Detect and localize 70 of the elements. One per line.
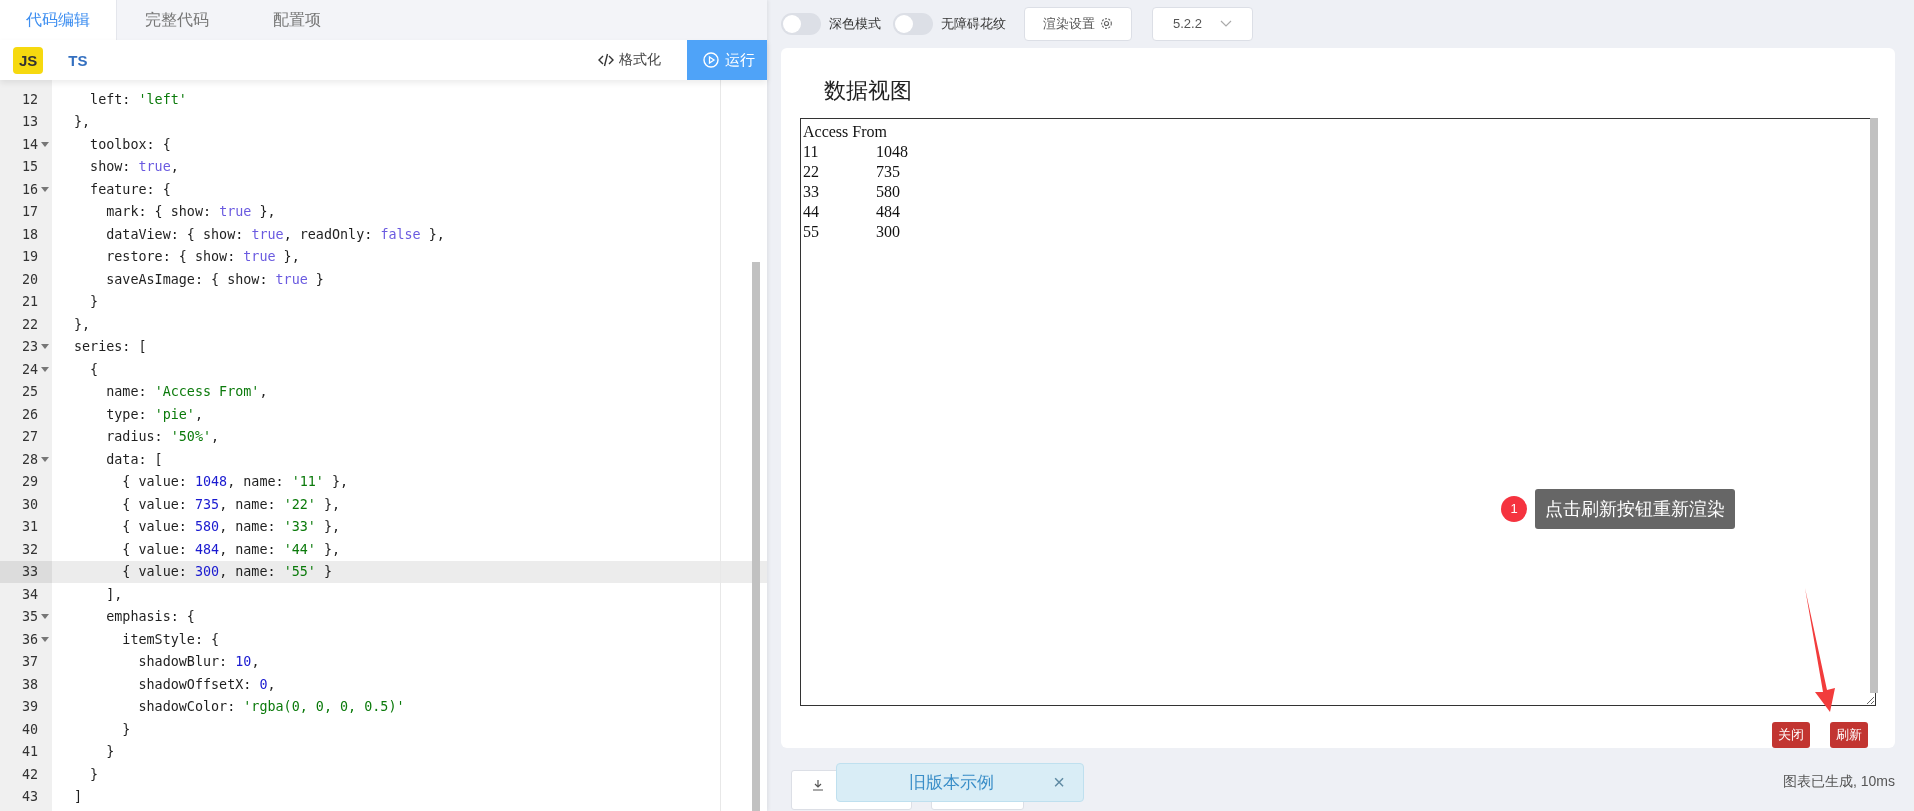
line-number: 33 [21,564,38,580]
code-line: toolbox: { [89,136,171,152]
line-number: 34 [21,586,38,602]
code-line: restore: { show: true }, [105,249,300,265]
toggle-label: 深色模式 [829,14,881,33]
line-number: 38 [21,676,38,692]
line-number: 36 [21,631,38,647]
line-number: 40 [21,721,38,737]
code-line: ], [105,586,123,602]
line-number: 26 [21,406,38,422]
line-number: 29 [21,474,38,490]
code-line: emphasis: { [105,609,195,625]
data-view-title: 数据视图 [824,76,913,105]
line-number: 27 [21,429,38,445]
code-line: { value: 300, name: '55' } [121,564,332,580]
line-number: 24 [21,361,38,377]
line-number: 39 [21,699,38,715]
code-line: dataView: { show: true, readOnly: false }, [105,226,445,242]
status-text: 图表已生成, 10ms [1783,771,1895,791]
line-number: 16 [21,181,38,197]
code-line: saveAsImage: { show: true } [105,271,324,287]
code-line: } [105,744,115,760]
line-number: 43 [21,789,38,805]
code-line: feature: { [89,181,171,197]
code-line: { value: 580, name: '33' }, [121,519,341,535]
line-number: 22 [21,316,38,332]
code-line: }, [74,114,91,130]
code-line: } [89,766,99,782]
line-number: 31 [21,519,38,535]
code-line: { [89,361,99,377]
line-number: 41 [21,744,38,760]
code-line: { value: 735, name: '22' }, [121,496,341,512]
toast-text: 旧版本示例 [909,772,994,794]
code-line: shadowOffsetX: 0, [137,676,276,692]
code-line: series: [ [74,339,147,355]
line-number: 21 [21,294,38,310]
code-line: mark: { show: true }, [105,204,276,220]
line-number: 19 [21,249,38,265]
line-number: 42 [21,766,38,782]
code-line: radius: '50%', [105,429,220,445]
line-number: 20 [21,271,38,287]
code-line: type: 'pie', [105,406,203,422]
line-number: 12 [21,91,38,107]
hint-tooltip: 点击刷新按钮重新渲染 [1535,488,1735,529]
line-number: 15 [21,159,38,175]
line-number: 30 [21,496,38,512]
code-line: }, [74,316,91,332]
toggle-label: 无障碍花纹 [941,14,1006,33]
code-line: data: [ [105,451,163,467]
code-line: } [121,721,131,737]
code-line: shadowBlur: 10, [137,654,260,670]
line-number: 37 [21,654,38,670]
code-line: left: 'left' [89,91,187,107]
line-number: 35 [21,609,38,625]
code-line: itemStyle: { [121,631,220,647]
line-number: 13 [21,114,38,130]
line-number: 14 [21,136,38,152]
code-line: { value: 1048, name: '11' }, [121,474,349,490]
code-line: { value: 484, name: '44' }, [121,541,341,557]
line-number: 25 [21,384,38,400]
line-number: 23 [21,339,38,355]
line-number: 32 [21,541,38,557]
code-line: shadowColor: 'rgba(0, 0, 0, 0.5)' [137,699,405,715]
line-number: 18 [21,226,38,242]
line-number: 28 [21,451,38,467]
line-number: 17 [21,204,38,220]
code-line: } [89,294,99,310]
code-line: name: 'Access From', [105,384,268,400]
code-line: show: true, [89,159,179,175]
code-line: ] [74,789,83,805]
